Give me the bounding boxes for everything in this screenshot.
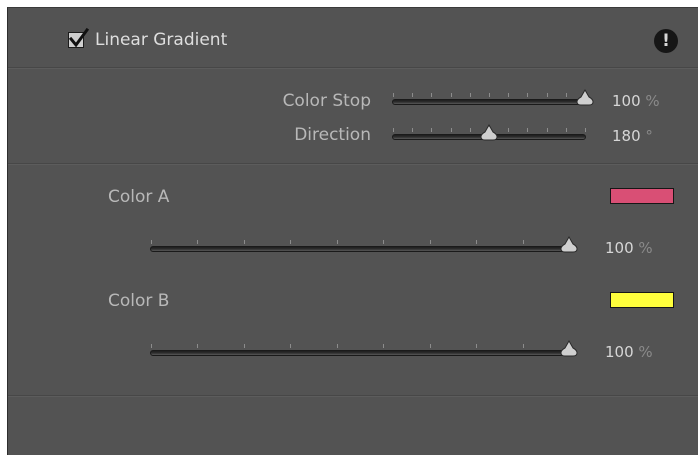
slider-tick	[197, 344, 198, 348]
direction-value: 180 °	[612, 127, 653, 145]
color-stop-label: Color Stop	[282, 91, 371, 111]
slider-tick	[412, 128, 413, 132]
slider-tick	[151, 240, 152, 244]
color-b-opacity-unit: %	[638, 343, 653, 361]
color-b-opacity-value: 100 %	[605, 343, 653, 361]
slider-tick	[151, 344, 152, 348]
slider-tick	[244, 240, 245, 244]
color-b-opacity-slider[interactable]	[150, 340, 578, 357]
slider-tick	[547, 128, 548, 132]
slider-tick	[430, 240, 431, 244]
color-stop-unit: %	[645, 92, 660, 110]
slider-tick	[383, 240, 384, 244]
slider-tick	[244, 344, 245, 348]
linear-gradient-panel: Linear Gradient ! Color Stop 100 % Direc…	[7, 7, 698, 455]
exclamation-circle-icon[interactable]: !	[654, 29, 678, 53]
slider-tick	[451, 93, 452, 97]
direction-number: 180	[612, 127, 641, 145]
slider-tick	[470, 128, 471, 132]
slider-tick	[508, 128, 509, 132]
color-a-opacity-slider[interactable]	[150, 236, 578, 253]
slider-tick	[547, 93, 548, 97]
color-b-opacity-slider-thumb[interactable]	[560, 340, 578, 357]
slider-tick	[197, 240, 198, 244]
slider-tick	[383, 344, 384, 348]
color-stop-value: 100 %	[612, 92, 660, 110]
slider-tick	[585, 128, 586, 132]
slider-tick	[431, 93, 432, 97]
direction-slider[interactable]	[392, 124, 586, 141]
color-b-opacity-number: 100	[605, 343, 634, 361]
slider-tick	[337, 344, 338, 348]
slider-tick	[451, 128, 452, 132]
slider-tick	[470, 93, 471, 97]
color-b-label: Color B	[108, 291, 170, 311]
slider-tick	[523, 344, 524, 348]
slider-tick	[566, 128, 567, 132]
slider-tick	[527, 128, 528, 132]
enable-checkbox[interactable]	[68, 27, 90, 48]
slider-tick	[476, 240, 477, 244]
slider-tick	[337, 240, 338, 244]
slider-tick	[508, 93, 509, 97]
slider-tick	[393, 93, 394, 97]
slider-tick	[431, 128, 432, 132]
color-stop-number: 100	[612, 92, 641, 110]
slider-tick	[566, 93, 567, 97]
color-a-opacity-number: 100	[605, 239, 634, 257]
slider-tick	[489, 93, 490, 97]
checkmark-icon	[68, 27, 90, 48]
direction-label: Direction	[294, 125, 371, 145]
slider-tick	[290, 344, 291, 348]
panel-title: Linear Gradient	[95, 30, 228, 50]
color-a-label: Color A	[108, 187, 170, 207]
section-divider	[8, 163, 698, 165]
slider-tick	[476, 344, 477, 348]
color-stop-slider-thumb[interactable]	[576, 89, 594, 106]
slider-tick	[412, 93, 413, 97]
slider-tick	[430, 344, 431, 348]
color-a-opacity-slider-thumb[interactable]	[560, 236, 578, 253]
slider-tick	[290, 240, 291, 244]
color-a-swatch[interactable]	[610, 188, 674, 204]
color-b-swatch[interactable]	[610, 292, 674, 308]
color-a-opacity-unit: %	[638, 239, 653, 257]
slider-tick	[393, 128, 394, 132]
footer-divider	[8, 395, 698, 397]
color-stop-slider[interactable]	[392, 89, 594, 106]
direction-unit: °	[645, 127, 653, 145]
direction-slider-thumb[interactable]	[480, 124, 498, 141]
slider-tick	[523, 240, 524, 244]
color-a-opacity-value: 100 %	[605, 239, 653, 257]
header-divider	[8, 67, 698, 69]
slider-tick	[527, 93, 528, 97]
